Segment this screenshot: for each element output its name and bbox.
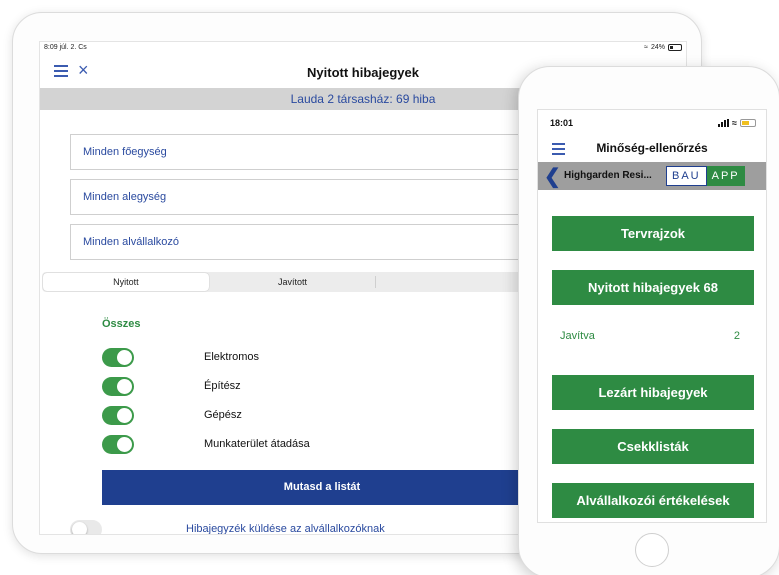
filter-row-handover: Munkaterület átadása <box>102 435 502 455</box>
filter-label: Építész <box>204 380 241 392</box>
main-unit-select[interactable]: Minden főegység <box>70 134 540 170</box>
battery-icon <box>668 44 682 51</box>
filter-row-mechanical: Gépész <box>102 406 502 426</box>
fixed-label: Javítva <box>560 330 595 342</box>
wifi-icon: ≈ <box>732 118 737 128</box>
project-bar: ❮ Highgarden Resi... BAU APP <box>538 162 766 190</box>
sub-unit-select[interactable]: Minden alegység <box>70 179 540 215</box>
battery-indicator: ≈ 24% <box>644 44 682 51</box>
subcontractor-ratings-button[interactable]: Alvállalkozói értékelések <box>552 483 754 518</box>
closed-tickets-button[interactable]: Lezárt hibajegyek <box>552 375 754 410</box>
battery-percent: 24% <box>650 44 665 51</box>
mechanical-toggle[interactable] <box>102 406 134 425</box>
tablet-status-bar: 8:09 júl. 2. Cs ≈ 24% <box>44 44 682 56</box>
segment-open[interactable]: Nyitott <box>43 273 209 291</box>
filter-label: Gépész <box>204 409 242 421</box>
phone-status-bar: 18:01 ≈ <box>550 118 756 130</box>
project-name[interactable]: Highgarden Resi... <box>564 170 652 181</box>
filter-row-electrical: Elektromos <box>102 348 502 368</box>
segment-fixed[interactable]: Javított <box>210 272 376 292</box>
plans-button[interactable]: Tervrajzok <box>552 216 754 251</box>
bauapp-logo: BAU APP <box>666 166 745 186</box>
status-time: 8:09 júl. 2. Cs <box>44 44 87 51</box>
phone-nav-bar: Minőség-ellenőrzés <box>538 136 766 160</box>
chevron-left-icon[interactable]: ❮ <box>544 164 561 189</box>
status-time: 18:01 <box>550 118 574 128</box>
handover-toggle[interactable] <box>102 435 134 454</box>
architect-toggle[interactable] <box>102 377 134 396</box>
signal-indicators: ≈ <box>718 118 756 128</box>
checklists-button[interactable]: Csekklisták <box>552 429 754 464</box>
filter-row-architect: Építész <box>102 377 502 397</box>
logo-app: APP <box>706 166 745 186</box>
phone-device: 18:01 ≈ Minőség-ellenőrzés ❮ Highgarden … <box>518 66 779 575</box>
electrical-toggle[interactable] <box>102 348 134 367</box>
phone-screen: 18:01 ≈ Minőség-ellenőrzés ❮ Highgarden … <box>537 109 767 523</box>
filter-label: Munkaterület átadása <box>204 438 310 450</box>
home-button[interactable] <box>635 533 669 567</box>
send-toggle[interactable] <box>70 520 102 534</box>
signal-icon <box>718 119 730 127</box>
page-title: Minőség-ellenőrzés <box>596 141 708 155</box>
send-to-subcontractors-row: Hibajegyzék küldése az alvállalkozóknak <box>70 520 540 535</box>
fixed-count: 2 <box>733 330 740 342</box>
filter-label: Elektromos <box>204 351 260 363</box>
subcontractor-select[interactable]: Minden alvállalkozó <box>70 224 540 260</box>
send-label: Hibajegyzék küldése az alvállalkozóknak <box>186 523 385 535</box>
logo-bau: BAU <box>666 166 707 186</box>
wifi-icon: ≈ <box>644 44 648 51</box>
status-segmented-control: Nyitott Javított <box>42 272 542 292</box>
open-tickets-button[interactable]: Nyitott hibajegyek 68 <box>552 270 754 305</box>
show-list-button[interactable]: Mutasd a listát <box>102 470 542 505</box>
all-filter-label[interactable]: Összes <box>102 318 141 330</box>
battery-icon <box>740 119 756 127</box>
fixed-count-row[interactable]: Javítva 2 <box>560 330 740 342</box>
